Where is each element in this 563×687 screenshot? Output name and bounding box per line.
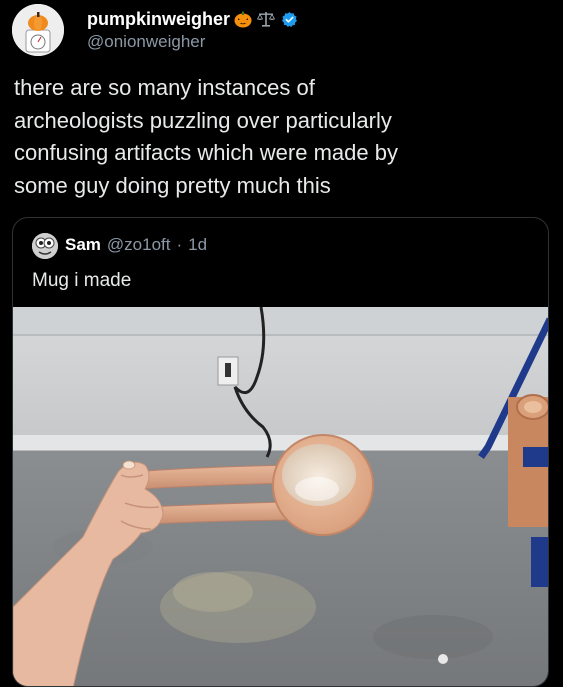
author-name-row: pumpkinweigher: [87, 7, 298, 31]
author-display-name[interactable]: pumpkinweigher: [87, 9, 230, 30]
quoted-text: Mug i made: [32, 270, 132, 291]
quoted-display-name[interactable]: Sam: [65, 235, 101, 255]
tweet[interactable]: pumpkinweigher @onionweigher there are s…: [0, 0, 563, 687]
tweet-body: there are so many instances of archeolog…: [14, 72, 554, 202]
quoted-handle[interactable]: @zo1oft: [107, 235, 171, 255]
separator-dot: ·: [176, 235, 183, 254]
author-handle[interactable]: @onionweigher: [87, 32, 205, 52]
quoted-author-avatar[interactable]: [32, 233, 58, 259]
jack-o-lantern-icon: [233, 9, 253, 29]
verified-badge-icon[interactable]: [281, 11, 298, 28]
mug-photo-illustration: [13, 307, 548, 686]
tweet-text-line: some guy doing pretty much this: [14, 172, 331, 198]
tweet-text-line: there are so many instances of: [14, 75, 315, 100]
balance-scale-icon: [256, 9, 276, 29]
pumpkin-scale-avatar-icon: [12, 4, 64, 56]
tweet-text-line: archeologists puzzling over particularly: [14, 107, 392, 133]
tweet-text-line: confusing artifacts which were made by: [14, 140, 398, 165]
quoted-header: Sam @zo1oft · 1d: [65, 232, 207, 258]
author-avatar[interactable]: [12, 4, 64, 56]
quoted-tweet-card[interactable]: Sam @zo1oft · 1d Mug i made: [12, 217, 549, 687]
quoted-timestamp[interactable]: 1d: [188, 235, 207, 255]
quoted-avatar-icon: [32, 233, 58, 259]
quoted-photo[interactable]: [13, 307, 548, 686]
